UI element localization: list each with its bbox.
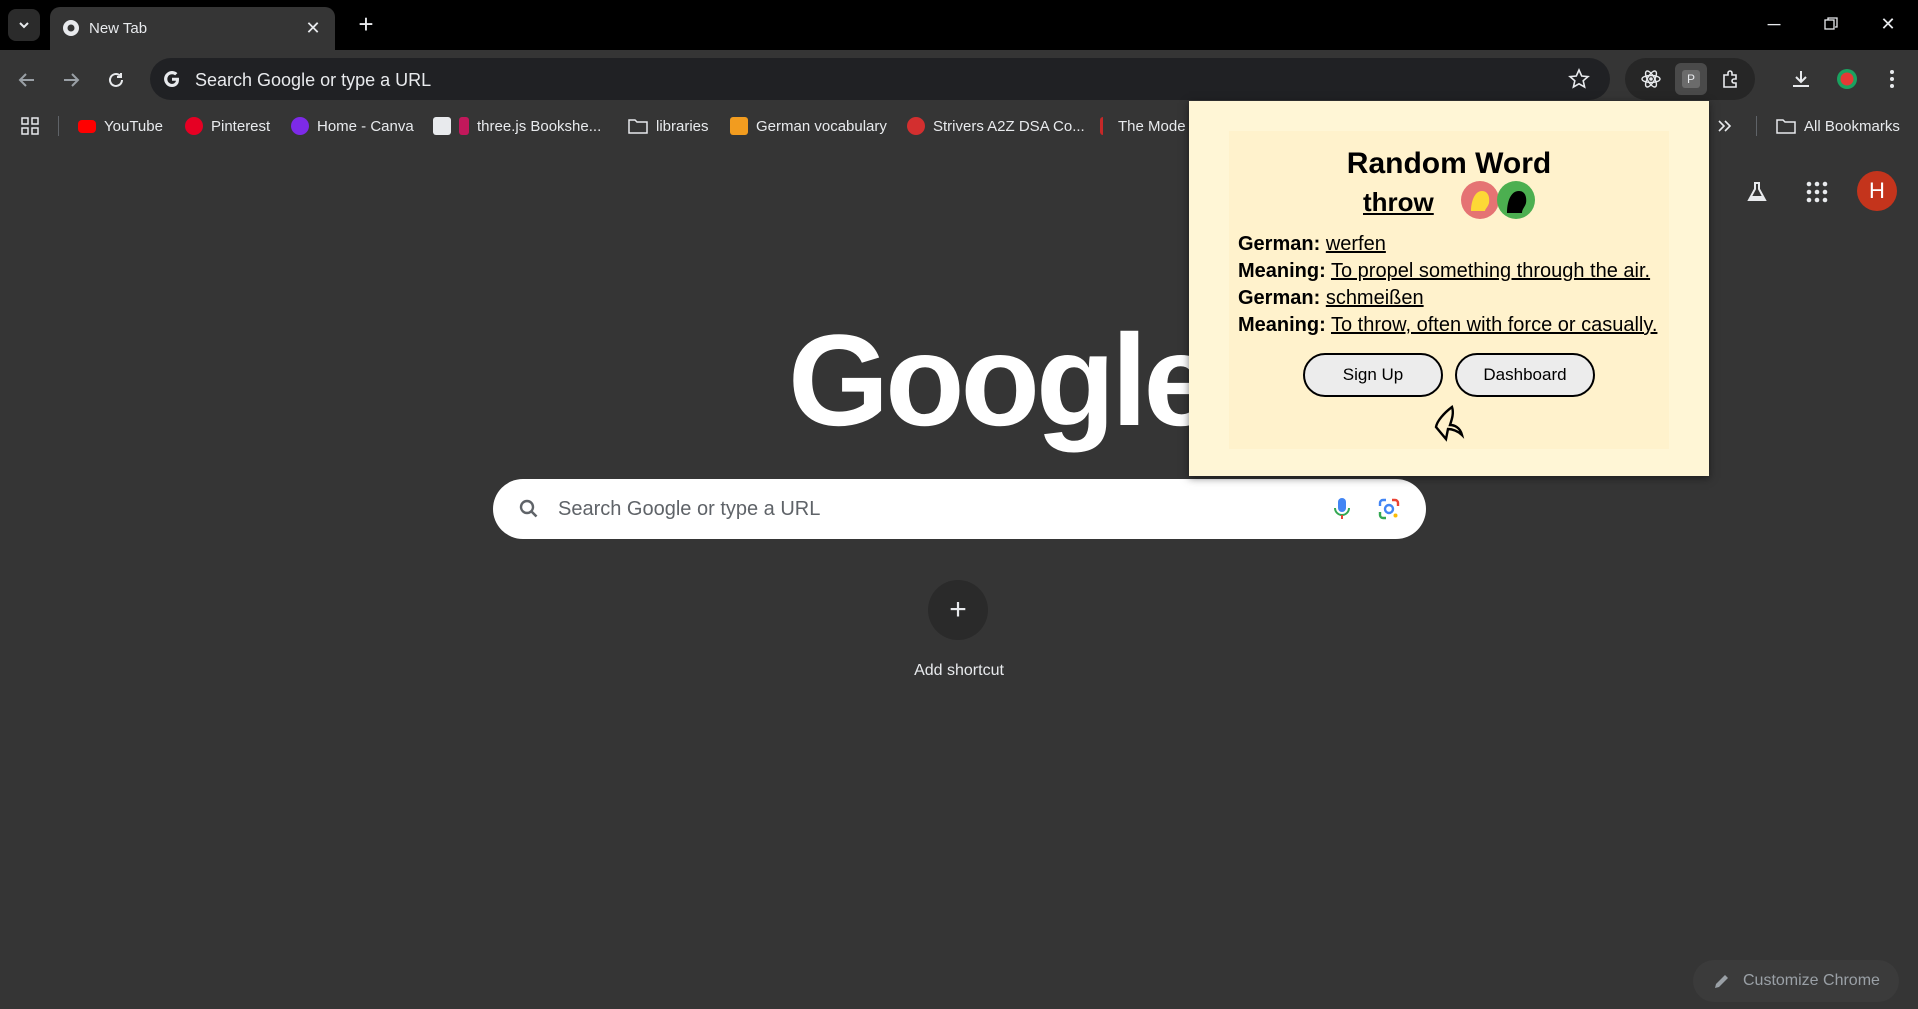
puzzle-extensions-icon[interactable] bbox=[1715, 63, 1747, 95]
tab-strip: New Tab ✕ + ─ ✕ bbox=[0, 0, 1918, 50]
omnibox-text: Search Google or type a URL bbox=[195, 70, 432, 90]
react-devtools-icon[interactable] bbox=[1635, 63, 1667, 95]
chrome-icon bbox=[63, 20, 79, 36]
add-shortcut-label: Add shortcut bbox=[914, 662, 1004, 679]
random-word[interactable]: throw bbox=[1363, 187, 1434, 218]
close-icon[interactable]: ✕ bbox=[301, 16, 325, 40]
back-icon[interactable] bbox=[11, 64, 43, 96]
ntp-search-placeholder: Search Google or type a URL bbox=[558, 498, 821, 520]
address-bar[interactable]: Search Google or type a URL bbox=[150, 58, 1610, 100]
bookmark-star-icon[interactable] bbox=[1568, 68, 1590, 90]
canva-icon bbox=[291, 117, 309, 135]
bookmark-folder-libraries[interactable]: libraries bbox=[628, 115, 709, 137]
apps-icon[interactable] bbox=[20, 115, 40, 137]
sign-up-button[interactable]: Sign Up bbox=[1303, 353, 1443, 397]
chevron-down-icon bbox=[19, 22, 29, 29]
entry-row: Meaning: To propel something through the… bbox=[1238, 260, 1651, 282]
folder-icon bbox=[1776, 119, 1796, 134]
search-icon bbox=[519, 499, 538, 518]
all-bookmarks[interactable]: All Bookmarks bbox=[1776, 115, 1900, 137]
extensions-group: P bbox=[1625, 58, 1755, 100]
plus-icon: + bbox=[949, 593, 967, 626]
figure-icon bbox=[1100, 117, 1110, 135]
youtube-icon bbox=[78, 119, 96, 133]
labs-flask-icon[interactable] bbox=[1737, 172, 1777, 212]
menu-icon[interactable] bbox=[1876, 63, 1908, 95]
ntp-search-box[interactable]: Search Google or type a URL bbox=[493, 479, 1426, 539]
bookmark-strivers[interactable]: Strivers A2Z DSA Co... bbox=[907, 115, 1085, 137]
add-shortcut-button[interactable]: + bbox=[928, 580, 988, 640]
google-lens-icon[interactable] bbox=[1377, 497, 1401, 521]
bookmark-threejs[interactable]: three.js Bookshe... bbox=[433, 115, 601, 137]
popup-title: Random Word bbox=[1346, 147, 1552, 180]
window-close-icon[interactable]: ✕ bbox=[1870, 10, 1906, 38]
bookmark-german-vocabulary[interactable]: German vocabulary bbox=[730, 115, 887, 137]
bookmark-youtube[interactable]: YouTube bbox=[78, 115, 163, 137]
active-tab[interactable]: New Tab ✕ bbox=[50, 7, 335, 50]
random-word-popup: Random Word throw German: werfen Meaning… bbox=[1189, 101, 1709, 476]
bookmark-the-mode[interactable]: The Mode bbox=[1100, 115, 1186, 137]
dashboard-button[interactable]: Dashboard bbox=[1455, 353, 1595, 397]
tuf-icon bbox=[907, 117, 925, 135]
word-entries: German: werfen Meaning: To propel someth… bbox=[1238, 231, 1657, 339]
chevron-double-right-icon[interactable] bbox=[1716, 115, 1732, 137]
book-icon bbox=[459, 117, 469, 135]
minimize-icon[interactable]: ─ bbox=[1756, 10, 1792, 38]
new-tab-button[interactable]: + bbox=[352, 9, 380, 39]
customize-chrome-button[interactable]: Customize Chrome bbox=[1693, 960, 1899, 1002]
bookmark-pinterest[interactable]: Pinterest bbox=[185, 115, 270, 137]
pencil-icon bbox=[1715, 975, 1728, 988]
popup-card: Random Word throw German: werfen Meaning… bbox=[1229, 131, 1669, 449]
restore-icon[interactable] bbox=[1813, 10, 1849, 38]
vocabulary-icon bbox=[730, 117, 748, 135]
speaker-male-icon[interactable] bbox=[1497, 181, 1535, 219]
google-logo: Google bbox=[788, 307, 1216, 453]
microphone-icon[interactable] bbox=[1331, 496, 1353, 522]
avatar[interactable]: H bbox=[1857, 171, 1897, 211]
folder-icon bbox=[628, 119, 648, 134]
download-icon[interactable] bbox=[1785, 63, 1817, 95]
p-extension-icon[interactable]: P bbox=[1675, 63, 1707, 95]
google-g-icon bbox=[164, 71, 179, 87]
entry-row: German: schmeißen bbox=[1238, 287, 1424, 309]
tab-title: New Tab bbox=[89, 20, 148, 37]
threejs-icon bbox=[433, 117, 451, 135]
speaker-female-icon[interactable] bbox=[1461, 181, 1499, 219]
reload-icon[interactable] bbox=[100, 64, 132, 96]
extension-logo-icon bbox=[1434, 405, 1465, 442]
tab-search-button[interactable] bbox=[8, 9, 40, 41]
forward-icon[interactable] bbox=[55, 64, 87, 96]
bookmark-canva[interactable]: Home - Canva bbox=[291, 115, 414, 137]
separator bbox=[1756, 116, 1757, 136]
profile-extension-icon[interactable] bbox=[1831, 63, 1863, 95]
pinterest-icon bbox=[185, 117, 203, 135]
entry-row: Meaning: To throw, often with force or c… bbox=[1238, 314, 1658, 336]
separator bbox=[58, 116, 59, 136]
google-apps-icon[interactable] bbox=[1797, 172, 1837, 212]
entry-row: German: werfen bbox=[1238, 233, 1386, 255]
toolbar: Search Google or type a URL P bbox=[0, 50, 1918, 108]
